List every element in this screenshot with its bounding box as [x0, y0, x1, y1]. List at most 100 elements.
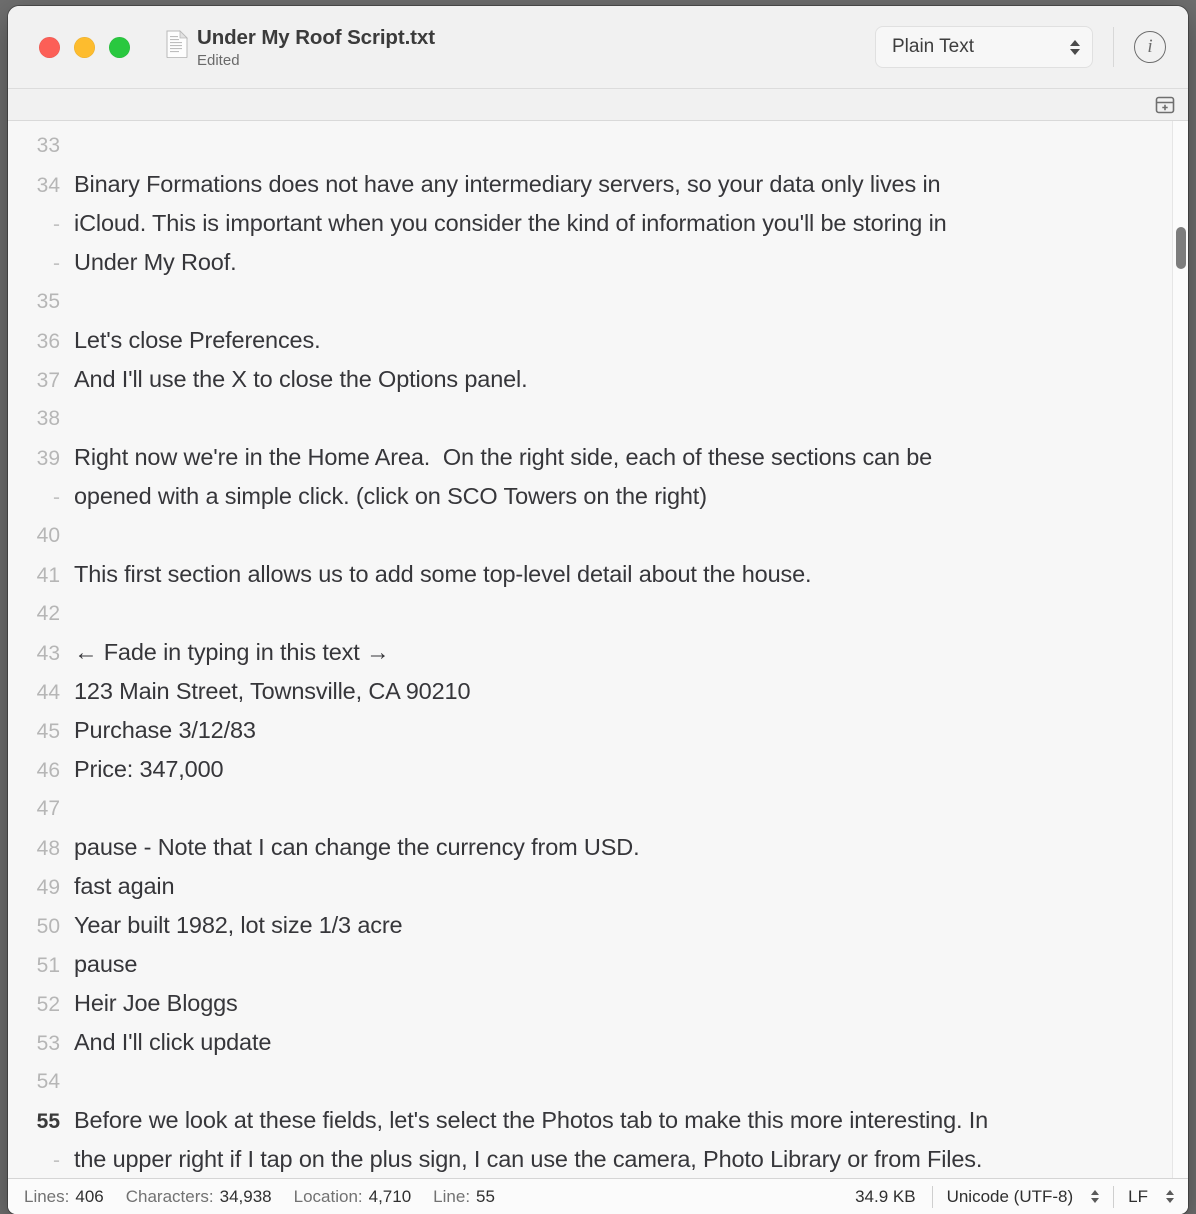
editor-line[interactable]: 46 Price: 347,000	[8, 750, 1188, 789]
line-text[interactable]: This first section allows us to add some…	[74, 555, 1188, 594]
line-number: 41	[36, 564, 60, 587]
line-text[interactable]: Before we look at these fields, let's se…	[74, 1101, 1188, 1140]
line-text[interactable]: And I'll use the X to close the Options …	[74, 360, 1188, 399]
editor-line[interactable]: 52 Heir Joe Bloggs	[8, 984, 1188, 1023]
editor-line[interactable]: 34 Binary Formations does not have any in…	[8, 165, 1188, 204]
line-text[interactable]: Purchase 3/12/83	[74, 711, 1188, 750]
editor-line[interactable]: - opened with a simple click. (click on S…	[8, 477, 1188, 516]
line-text[interactable]: Binary Formations does not have any inte…	[74, 165, 1188, 204]
status-lines: Lines: 406	[24, 1187, 104, 1207]
titlebar-right-controls: Plain Text i	[875, 6, 1166, 88]
line-text[interactable]: pause	[74, 945, 1188, 984]
status-line: Line: 55	[433, 1187, 495, 1207]
line-text[interactable]: 123 Main Street, Townsville, CA 90210	[74, 672, 1188, 711]
line-number: 52	[36, 993, 60, 1016]
line-text[interactable]: opened with a simple click. (click on SC…	[74, 477, 1188, 516]
titlebar-divider	[1113, 27, 1114, 67]
status-line-label: Line:	[433, 1186, 471, 1206]
status-lines-value: 406	[75, 1186, 104, 1206]
vertical-scrollbar[interactable]	[1172, 121, 1188, 1178]
line-number: 33	[36, 134, 60, 157]
line-number: 48	[36, 837, 60, 860]
line-number: 38	[36, 407, 60, 430]
editor-line[interactable]: 47	[8, 789, 1188, 828]
title-text-column: Under My Roof Script.txt Edited	[197, 26, 435, 71]
line-text[interactable]: pause - Note that I can change the curre…	[74, 828, 1188, 867]
line-text[interactable]: fast again	[74, 867, 1188, 906]
editor-area[interactable]: 33 34 Binary Formations does not have any …	[8, 121, 1188, 1178]
line-text[interactable]: Heir Joe Bloggs	[74, 984, 1188, 1023]
window-controls	[39, 36, 130, 58]
editor-line[interactable]: 51 pause	[8, 945, 1188, 984]
line-number: -	[53, 213, 60, 236]
line-number: -	[53, 486, 60, 509]
line-text[interactable]: Under My Roof.	[74, 243, 1188, 282]
editor-line[interactable]: 43 ← Fade in typing in this text →	[8, 633, 1188, 672]
line-text[interactable]: Let's close Preferences.	[74, 321, 1188, 360]
editor-line[interactable]: 37 And I'll use the X to close the Option…	[8, 360, 1188, 399]
line-text[interactable]: ← Fade in typing in this text →	[74, 633, 1188, 672]
line-number: 46	[36, 759, 60, 782]
split-view-add-icon[interactable]	[1154, 94, 1176, 116]
syntax-mode-label: Plain Text	[892, 36, 975, 57]
line-text[interactable]: Price: 347,000	[74, 750, 1188, 789]
syntax-mode-popup-button[interactable]: Plain Text	[875, 26, 1093, 68]
scrollbar-thumb[interactable]	[1176, 227, 1186, 269]
editor-line[interactable]: 44 123 Main Street, Townsville, CA 90210	[8, 672, 1188, 711]
status-location: Location: 4,710	[294, 1187, 412, 1207]
status-location-value: 4,710	[368, 1186, 412, 1206]
editor-line[interactable]: 38	[8, 399, 1188, 438]
line-number: 55	[36, 1110, 60, 1133]
status-divider-2	[1113, 1185, 1115, 1208]
editor-line[interactable]: 50 Year built 1982, lot size 1/3 acre	[8, 906, 1188, 945]
line-number: 42	[36, 602, 60, 625]
status-characters-label: Characters:	[125, 1186, 214, 1206]
line-number: 54	[36, 1070, 60, 1093]
editor-line[interactable]: 45 Purchase 3/12/83	[8, 711, 1188, 750]
chevron-updown-icon	[1091, 1190, 1100, 1203]
editor-line[interactable]: 53 And I'll click update	[8, 1023, 1188, 1062]
line-number: 43	[36, 642, 60, 665]
line-number: 51	[36, 954, 60, 977]
line-text[interactable]: And I'll click update	[74, 1023, 1188, 1062]
info-circle-icon[interactable]: i	[1134, 31, 1166, 63]
line-number: -	[53, 252, 60, 275]
line-number: -	[53, 1149, 60, 1172]
editor-line[interactable]: - iCloud. This is important when you cons…	[8, 204, 1188, 243]
minimize-window-button[interactable]	[74, 36, 95, 58]
editor-line[interactable]: 54	[8, 1062, 1188, 1101]
editor-line[interactable]: 42	[8, 594, 1188, 633]
editor-line[interactable]: 41 This first section allows us to add so…	[8, 555, 1188, 594]
document-icon	[166, 29, 188, 58]
status-divider-1	[931, 1185, 933, 1208]
text-content[interactable]: 33 34 Binary Formations does not have any …	[8, 121, 1188, 1178]
editor-line[interactable]: 35	[8, 282, 1188, 321]
line-text[interactable]: Year built 1982, lot size 1/3 acre	[74, 906, 1188, 945]
close-window-button[interactable]	[39, 36, 60, 58]
encoding-label: Unicode (UTF-8)	[946, 1186, 1074, 1206]
editor-line[interactable]: 33	[8, 126, 1188, 165]
line-number: 39	[36, 447, 60, 470]
editor-line[interactable]: 48 pause - Note that I can change the cur…	[8, 828, 1188, 867]
editor-line[interactable]: 36 Let's close Preferences.	[8, 321, 1188, 360]
editor-line[interactable]: 39 Right now we're in the Home Area. On t…	[8, 438, 1188, 477]
line-number: 45	[36, 720, 60, 743]
line-text[interactable]: Right now we're in the Home Area. On the…	[74, 438, 1188, 477]
editor-line[interactable]: 40	[8, 516, 1188, 555]
editor-line[interactable]: - the upper right if I tap on the plus si…	[8, 1140, 1188, 1178]
line-number: 53	[36, 1032, 60, 1055]
edited-status-label: Edited	[197, 51, 240, 69]
line-ending-popup-button[interactable]: LF	[1128, 1187, 1174, 1207]
encoding-popup-button[interactable]: Unicode (UTF-8)	[947, 1187, 1100, 1207]
line-text[interactable]: the upper right if I tap on the plus sig…	[74, 1140, 1188, 1178]
status-characters-value: 34,938	[219, 1186, 272, 1206]
editor-line[interactable]: 49 fast again	[8, 867, 1188, 906]
line-text[interactable]: iCloud. This is important when you consi…	[74, 204, 1188, 243]
status-characters: Characters: 34,938	[126, 1187, 272, 1207]
editor-line[interactable]: - Under My Roof.	[8, 243, 1188, 282]
status-filesize: 34.9 KB	[855, 1186, 916, 1206]
zoom-window-button[interactable]	[109, 36, 130, 58]
chevron-updown-icon	[1166, 1190, 1174, 1203]
document-title-block[interactable]: Under My Roof Script.txt Edited	[166, 24, 435, 71]
editor-line[interactable]: 55 Before we look at these fields, let's …	[8, 1101, 1188, 1140]
